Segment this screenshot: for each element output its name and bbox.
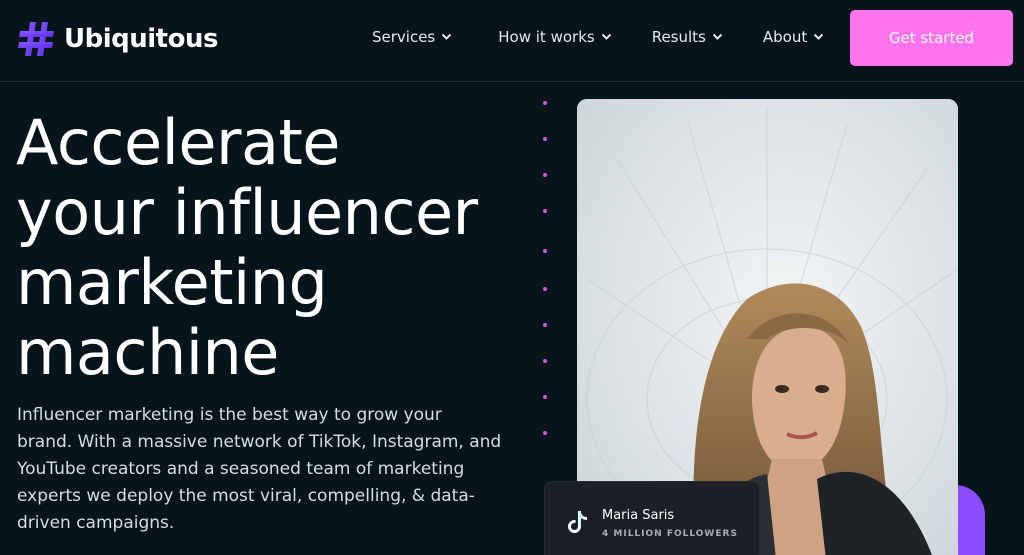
dot xyxy=(543,249,547,253)
hero-title-line: machine xyxy=(16,316,279,389)
tiktok-icon xyxy=(568,511,587,533)
hero-title-line: Accelerate xyxy=(16,106,340,179)
dot xyxy=(543,431,547,435)
main-nav: Services How it works Results About xyxy=(372,28,824,46)
site-header: Ubiquitous Services How it works Results… xyxy=(0,0,1024,82)
nav-item-label: Services xyxy=(372,28,436,46)
follower-count: 4 MILLION FOLLOWERS xyxy=(602,529,738,539)
logo-text: Ubiquitous xyxy=(64,24,218,54)
logo[interactable]: Ubiquitous xyxy=(18,20,218,58)
nav-item-how-it-works[interactable]: How it works xyxy=(498,28,611,46)
dot xyxy=(543,137,547,141)
influencer-name: Maria Saris xyxy=(602,508,675,523)
dot xyxy=(543,395,547,399)
hero-title: Accelerate your influencer marketing mac… xyxy=(16,108,536,388)
chevron-down-icon xyxy=(442,33,452,40)
dot xyxy=(543,101,547,105)
nav-item-services[interactable]: Services xyxy=(372,28,452,46)
hero-description: Influencer marketing is the best way to … xyxy=(17,405,502,533)
dot xyxy=(543,209,547,213)
get-started-button[interactable]: Get started xyxy=(850,10,1013,66)
hero-title-line: your influencer xyxy=(16,176,478,249)
nav-item-results[interactable]: Results xyxy=(652,28,723,46)
dot xyxy=(543,173,547,177)
dot xyxy=(543,323,547,327)
nav-item-label: About xyxy=(762,28,808,46)
hero-title-line: marketing xyxy=(16,246,328,319)
chevron-down-icon xyxy=(712,33,723,40)
chevron-down-icon xyxy=(601,33,611,40)
nav-item-label: How it works xyxy=(498,28,595,46)
nav-item-label: Results xyxy=(651,28,706,46)
dot xyxy=(543,287,547,291)
chevron-down-icon xyxy=(814,33,824,40)
influencer-card[interactable]: Maria Saris 4 MILLION FOLLOWERS xyxy=(544,481,760,555)
dot xyxy=(543,359,547,363)
nav-item-about[interactable]: About xyxy=(763,28,824,46)
hashtag-icon xyxy=(18,22,54,56)
